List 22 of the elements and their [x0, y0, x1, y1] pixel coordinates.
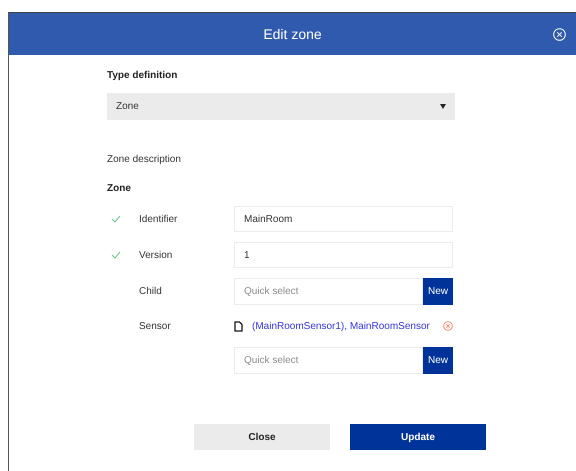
close-icon[interactable]: [553, 28, 566, 41]
zone-description-label: Zone description: [107, 153, 182, 167]
text-field[interactable]: 1: [234, 242, 453, 268]
dropdown-caret-icon: [440, 104, 446, 109]
quick-select-field[interactable]: Quick select: [234, 278, 423, 305]
field-label: Version: [139, 248, 174, 262]
close-button[interactable]: Close: [194, 424, 330, 450]
new-button[interactable]: New: [423, 278, 453, 305]
field-label: Child: [139, 285, 163, 299]
text-field[interactable]: MainRoom: [234, 206, 453, 232]
type-select[interactable]: Zone: [107, 93, 455, 120]
sensor-link[interactable]: (MainRoomSensor1), MainRoomSensor: [252, 318, 430, 334]
field-label: Sensor: [139, 320, 172, 334]
field-label: Identifier: [139, 212, 178, 226]
new-button[interactable]: New: [423, 347, 453, 374]
dialog-title: Edit zone: [263, 24, 322, 44]
update-button[interactable]: Update: [350, 424, 486, 450]
type-definition-label: Type definition: [107, 69, 178, 83]
remove-icon[interactable]: [443, 321, 453, 331]
quick-select-field[interactable]: Quick select: [234, 347, 423, 374]
section-title: Zone: [107, 182, 132, 196]
document-icon: [234, 320, 243, 332]
